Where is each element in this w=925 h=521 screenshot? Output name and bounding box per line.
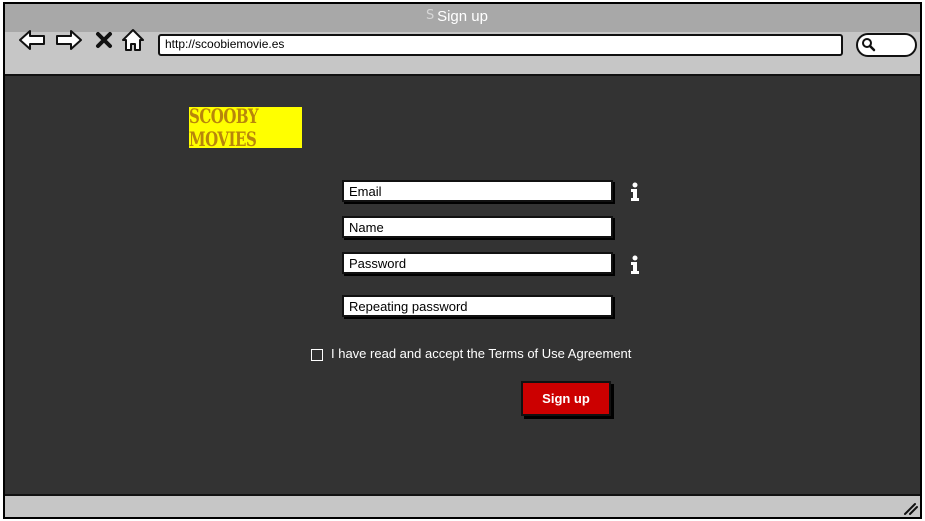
name-field-label: Name bbox=[349, 220, 384, 235]
sign-up-button[interactable]: Sign up bbox=[521, 381, 611, 416]
back-button[interactable] bbox=[17, 26, 47, 54]
search-box[interactable] bbox=[856, 33, 917, 57]
terms-label: I have read and accept the Terms of Use … bbox=[331, 346, 632, 361]
password-field[interactable]: Password bbox=[342, 252, 613, 274]
terms-checkbox[interactable] bbox=[311, 349, 323, 361]
password-field-label: Password bbox=[349, 256, 407, 271]
forward-arrow-icon bbox=[56, 30, 82, 50]
home-icon bbox=[122, 29, 144, 51]
email-field-label: Email bbox=[349, 184, 382, 199]
name-field[interactable]: Name bbox=[342, 216, 613, 238]
home-button[interactable] bbox=[120, 26, 146, 54]
window-title: Sign up bbox=[437, 8, 488, 25]
site-logo[interactable]: SCOOBY MOVIES bbox=[189, 104, 302, 151]
address-url: http://scoobiemovie.es bbox=[165, 37, 285, 51]
search-icon bbox=[862, 38, 876, 52]
close-icon bbox=[96, 32, 112, 48]
address-bar[interactable]: http://scoobiemovie.es bbox=[158, 34, 843, 56]
password-info-icon[interactable] bbox=[628, 255, 642, 275]
forward-button[interactable] bbox=[54, 26, 84, 54]
repeat-password-field-label: Repeating password bbox=[349, 299, 468, 314]
logo-text: SCOOBY MOVIES bbox=[189, 104, 259, 151]
browser-window: S Sign up http://scoobiemovie.es SCOOBY … bbox=[3, 2, 922, 519]
email-info-icon[interactable] bbox=[628, 182, 642, 202]
back-arrow-icon bbox=[19, 30, 45, 50]
page-content: SCOOBY MOVIES Email Name Password Repeat… bbox=[5, 74, 920, 496]
stop-button[interactable] bbox=[93, 26, 115, 54]
repeat-password-field[interactable]: Repeating password bbox=[342, 295, 613, 317]
email-field[interactable]: Email bbox=[342, 180, 613, 202]
resize-grip-icon[interactable] bbox=[902, 501, 918, 515]
